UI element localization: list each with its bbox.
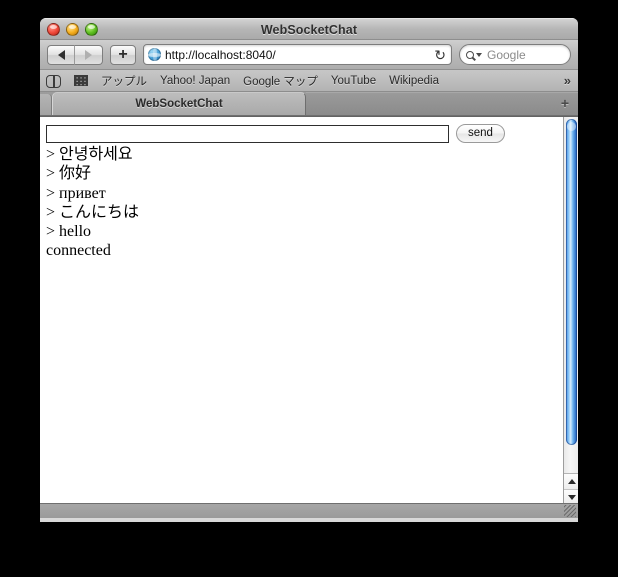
vertical-scrollbar[interactable] [563, 117, 578, 504]
browser-toolbar: + http://localhost:8040/ ↻ Google [40, 40, 578, 70]
window-controls [47, 23, 98, 36]
log-line: > привет [46, 184, 106, 202]
page-content: send > 안녕하세요 > 你好 > привет > こんにちは > hel… [40, 116, 578, 504]
search-placeholder: Google [487, 47, 526, 62]
book-icon[interactable] [46, 75, 61, 88]
bookmark-item-wikipedia[interactable]: Wikipedia [389, 75, 439, 87]
log-line: connected [46, 242, 111, 260]
search-field[interactable]: Google [459, 44, 571, 65]
log-line: > 안녕하세요 [46, 146, 133, 163]
grid-icon[interactable] [74, 75, 88, 86]
tab-strip-empty: + [306, 92, 578, 115]
url-text: http://localhost:8040/ [165, 47, 276, 62]
status-bar [40, 503, 578, 518]
resize-grip[interactable] [564, 505, 576, 517]
close-button[interactable] [47, 23, 60, 36]
scrollbar-thumb[interactable] [566, 119, 577, 445]
chat-form: send [46, 124, 563, 143]
send-button[interactable]: send [456, 124, 505, 143]
back-button[interactable] [47, 44, 75, 65]
arrow-up-icon [567, 479, 576, 484]
tab-bar: WebSocketChat + [40, 92, 578, 116]
bookmarks-bar: アップル Yahoo! Japan Google マップ YouTube Wik… [40, 70, 578, 92]
log-line: > こんにちは [46, 203, 140, 221]
bookmark-item-googlemap[interactable]: Google マップ [243, 73, 318, 89]
arrow-down-icon [567, 494, 576, 500]
bookmark-item-yahoo[interactable]: Yahoo! Japan [160, 75, 230, 87]
tab-websocketchat[interactable]: WebSocketChat [52, 92, 306, 115]
bookmark-item-youtube[interactable]: YouTube [331, 75, 376, 87]
browser-window: WebSocketChat + http://localhost:8040/ ↻… [40, 18, 578, 522]
zoom-button[interactable] [85, 23, 98, 36]
bookmark-item-apple[interactable]: アップル [101, 73, 147, 89]
navigation-buttons [47, 44, 103, 65]
log-line: > 你好 [46, 165, 92, 183]
minimize-button[interactable] [66, 23, 79, 36]
reload-icon[interactable]: ↻ [430, 48, 446, 62]
search-icon [466, 50, 474, 59]
new-tab-button[interactable]: + [561, 96, 569, 110]
back-arrow-icon [57, 49, 65, 60]
chat-app: send > 안녕하세요 > 你好 > привет > こんにちは > hel… [40, 117, 563, 503]
tab-edge [40, 94, 52, 115]
address-bar[interactable]: http://localhost:8040/ ↻ [143, 44, 452, 65]
message-input[interactable] [46, 124, 449, 143]
log-line: > hello [46, 223, 92, 241]
scrollbar-arrows [564, 473, 578, 504]
bookmarks-overflow-icon[interactable]: » [564, 70, 571, 92]
add-bookmark-button[interactable]: + [110, 44, 136, 65]
scroll-down-button[interactable] [564, 489, 578, 504]
window-title: WebSocketChat [260, 23, 358, 37]
chevron-down-icon[interactable] [476, 52, 482, 57]
forward-arrow-icon [85, 49, 92, 60]
plus-icon: + [118, 45, 128, 63]
chat-log: > 안녕하세요 > 你好 > привет > こんにちは > hello co… [46, 145, 563, 261]
forward-button[interactable] [75, 44, 103, 65]
title-bar: WebSocketChat [40, 18, 578, 40]
scroll-up-button[interactable] [564, 474, 578, 489]
globe-favicon-icon [148, 48, 161, 61]
